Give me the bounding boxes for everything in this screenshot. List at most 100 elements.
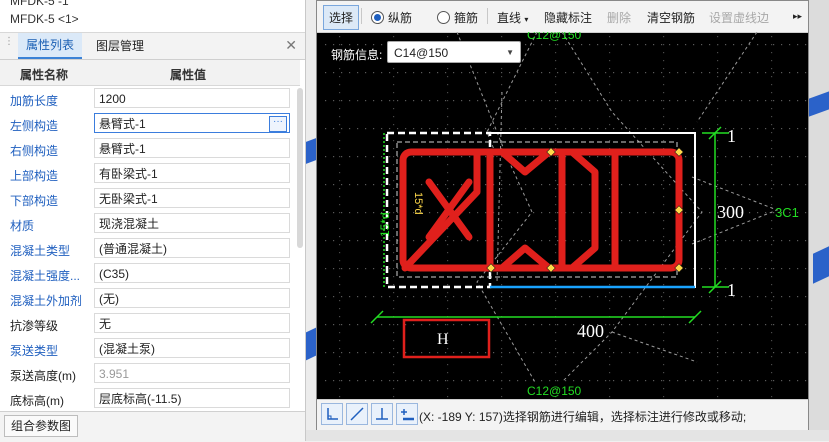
perpendicular-tool-icon[interactable] <box>371 403 393 425</box>
property-name: 泵送高度(m) <box>10 369 76 383</box>
panel-footer: 组合参数图 <box>0 411 305 442</box>
delete-button[interactable]: 删除 <box>607 9 631 26</box>
chevron-down-icon: ▾ <box>524 15 529 24</box>
tab-layers[interactable]: 图层管理 <box>88 33 152 59</box>
property-name[interactable]: 左侧构造 <box>10 117 58 134</box>
property-row[interactable]: 右侧构造 悬臂式-1 <box>0 136 295 161</box>
property-value[interactable]: (普通混凝土) <box>94 238 290 258</box>
diagonal-tool-icon[interactable] <box>346 403 368 425</box>
property-name[interactable]: 混凝土强度... <box>10 267 80 284</box>
set-dashed-edge-button[interactable]: 设置虚线边 <box>709 9 769 26</box>
right-label[interactable]: 3C1 <box>775 205 799 220</box>
rebar-group[interactable] <box>399 148 683 272</box>
rebar-hook[interactable] <box>568 148 599 272</box>
toolbar-overflow-icon[interactable]: ▸▸ <box>793 11 802 22</box>
hide-marks-button[interactable]: 隐藏标注 <box>544 9 592 26</box>
bottom-rebar-label[interactable]: C12@150 <box>527 384 582 398</box>
property-value[interactable]: 有卧梁式-1 <box>94 163 290 183</box>
property-row[interactable]: 混凝土外加剂 (无) <box>0 286 295 311</box>
dim-height-label[interactable]: 300 <box>717 202 744 222</box>
dim-top-label[interactable]: 1 <box>727 126 736 146</box>
property-value[interactable]: 现浇混凝土 <box>94 213 290 233</box>
property-name: 抗渗等级 <box>10 319 59 333</box>
rebar-info-select[interactable]: C14@150 ▼ <box>387 41 521 63</box>
property-value[interactable]: (无) <box>94 288 290 308</box>
property-value-text: 悬臂式-1 <box>99 142 146 156</box>
radio-longitudinal[interactable]: 纵筋 <box>371 9 412 26</box>
property-name[interactable]: 右侧构造 <box>10 142 58 159</box>
dim-bottom-label[interactable]: 1 <box>727 280 736 300</box>
side-anchor-label[interactable]: 15*d <box>378 212 392 237</box>
property-name[interactable]: 泵送类型 <box>10 342 58 359</box>
property-name[interactable]: 上部构造 <box>10 167 58 184</box>
drawing-canvas[interactable]: 1 1 300 400 3C1 C12@150 C12@150 15*d 15*… <box>317 32 808 398</box>
component-item[interactable]: MFDK-5 -1 <box>10 0 69 8</box>
status-text: (X: -189 Y: 157)选择钢筋进行编辑，选择标注进行修改或移动; <box>419 410 747 424</box>
property-value-text: (无) <box>99 292 119 306</box>
h-box-label[interactable]: H <box>437 331 449 348</box>
property-row[interactable]: 底标高(m) 层底标高(-11.5) <box>0 386 295 411</box>
add-tool-icon[interactable] <box>396 403 418 425</box>
property-row[interactable]: 加筋长度 1200 <box>0 86 295 111</box>
property-row[interactable]: 下部构造 无卧梁式-1 <box>0 186 295 211</box>
dim-width-label[interactable]: 400 <box>577 321 604 341</box>
property-value[interactable]: 3.951 <box>94 363 290 383</box>
property-row[interactable]: 混凝土强度... (C35) <box>0 261 295 286</box>
property-name[interactable]: 下部构造 <box>10 192 58 209</box>
property-name[interactable]: 材质 <box>10 217 34 234</box>
editor-toolbar: 选择 纵筋 箍筋 直线 ▾ 隐藏标注 删除 清空钢筋 设置虚线边 ▸▸ <box>317 1 808 33</box>
construction-line <box>611 331 698 363</box>
property-row[interactable]: 泵送高度(m) 3.951 <box>0 361 295 386</box>
drag-grip-icon[interactable]: ⋮⋮ <box>4 37 24 53</box>
property-value[interactable]: 1200 <box>94 88 290 108</box>
property-value[interactable]: 悬臂式-1 ··· <box>94 113 290 133</box>
panel-tabs: ⋮⋮ 属性列表 图层管理 ✕ <box>0 32 305 60</box>
toolbar-separator <box>487 8 488 24</box>
line-dropdown[interactable]: 直线 ▾ <box>497 9 528 26</box>
background-shape <box>306 138 316 164</box>
property-row[interactable]: 材质 现浇混凝土 <box>0 211 295 236</box>
property-value[interactable]: (C35) <box>94 263 290 283</box>
property-table-header: 属性名称 属性值 <box>0 60 300 86</box>
ellipsis-button[interactable]: ··· <box>269 116 287 132</box>
toolbar-separator <box>361 8 362 24</box>
property-value[interactable]: 悬臂式-1 <box>94 138 290 158</box>
component-list: MFDK-5 -1 MFDK-5 <1> <box>0 0 305 30</box>
splitter[interactable] <box>306 0 316 441</box>
inner-anchor-label[interactable]: 15*d <box>412 192 424 215</box>
property-value-text: 有卧梁式-1 <box>99 167 158 181</box>
property-name: 底标高(m) <box>10 394 64 408</box>
property-name[interactable]: 混凝土外加剂 <box>10 292 82 309</box>
property-value[interactable]: 无 <box>94 313 290 333</box>
property-value[interactable]: 层底标高(-11.5) <box>94 388 290 408</box>
property-value-text: (C35) <box>99 267 130 281</box>
property-value-text: (普通混凝土) <box>99 242 167 256</box>
clear-rebar-button[interactable]: 清空钢筋 <box>647 9 695 26</box>
property-row[interactable]: 混凝土类型 (普通混凝土) <box>0 236 295 261</box>
property-name[interactable]: 混凝土类型 <box>10 242 70 259</box>
rebar-info-label: 钢筋信息: <box>331 48 383 62</box>
column-header-value: 属性值 <box>170 68 207 82</box>
property-name[interactable]: 加筋长度 <box>10 92 58 109</box>
right-edge-panel <box>809 0 829 441</box>
close-icon[interactable]: ✕ <box>285 37 297 54</box>
property-value-text: 无卧梁式-1 <box>99 192 158 206</box>
background-shape <box>813 246 829 284</box>
property-value-text: 1200 <box>99 92 126 106</box>
property-row[interactable]: 上部构造 有卧梁式-1 <box>0 161 295 186</box>
property-value-text: 3.951 <box>99 367 130 381</box>
property-value[interactable]: 无卧梁式-1 <box>94 188 290 208</box>
property-row[interactable]: 泵送类型 (混凝土泵) <box>0 336 295 361</box>
component-item[interactable]: MFDK-5 <1> <box>10 12 79 26</box>
corner-tool-icon[interactable] <box>321 403 343 425</box>
top-rebar-label[interactable]: C12@150 <box>527 32 582 42</box>
radio-stirrup[interactable]: 箍筋 <box>437 9 478 26</box>
property-value-text: 悬臂式-1 <box>99 117 146 131</box>
combo-param-diagram-button[interactable]: 组合参数图 <box>4 415 79 437</box>
property-value[interactable]: (混凝土泵) <box>94 338 290 358</box>
property-row[interactable]: 左侧构造 悬臂式-1 ··· <box>0 111 295 136</box>
property-row[interactable]: 抗渗等级 无 <box>0 311 295 336</box>
select-button[interactable]: 选择 <box>323 5 360 30</box>
tab-properties[interactable]: 属性列表 <box>18 33 83 59</box>
scrollbar[interactable] <box>297 88 303 248</box>
